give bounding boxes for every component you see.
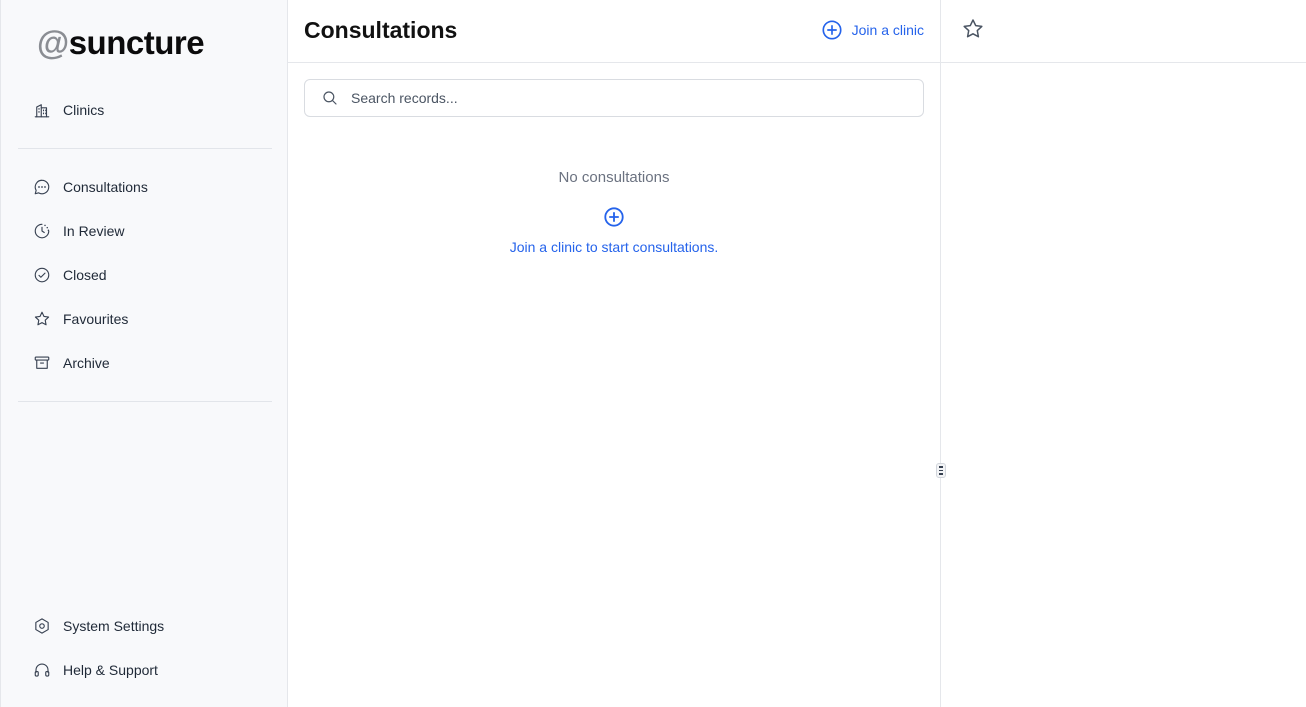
logo-at: @ bbox=[37, 24, 69, 61]
panel-header: Consultations Join a clinic bbox=[288, 0, 940, 63]
sidebar-item-label: Archive bbox=[63, 355, 110, 371]
chat-icon bbox=[34, 179, 50, 195]
sidebar-item-closed[interactable]: Closed bbox=[33, 263, 107, 287]
sidebar-item-label: In Review bbox=[63, 223, 125, 239]
sidebar-item-clinics[interactable]: Clinics bbox=[33, 98, 104, 122]
building-icon bbox=[34, 104, 50, 118]
gear-icon bbox=[35, 618, 49, 634]
empty-state-join-link[interactable]: Join a clinic to start consultations. bbox=[288, 239, 940, 255]
grip-line bbox=[939, 473, 943, 475]
sidebar-item-consultations[interactable]: Consultations bbox=[33, 175, 148, 199]
sidebar-item-label: Favourites bbox=[63, 311, 129, 327]
sidebar-item-label: System Settings bbox=[63, 618, 165, 634]
sidebar-item-in-review[interactable]: In Review bbox=[33, 219, 124, 243]
sidebar-divider bbox=[18, 148, 272, 149]
empty-state-add-button[interactable] bbox=[603, 206, 625, 228]
plus-circle-icon bbox=[822, 20, 842, 40]
join-clinic-label: Join a clinic bbox=[851, 22, 924, 38]
sidebar: @ suncture Clinics Consultations In Revi… bbox=[0, 0, 288, 707]
empty-state-title: No consultations bbox=[558, 169, 670, 186]
sidebar-item-archive[interactable]: Archive bbox=[33, 351, 110, 375]
sidebar-item-help-support[interactable]: Help & Support bbox=[33, 658, 158, 682]
search-icon bbox=[323, 91, 337, 105]
app-window: @ suncture Clinics Consultations In Revi… bbox=[0, 0, 1306, 707]
clock-icon bbox=[34, 223, 50, 239]
detail-panel bbox=[941, 0, 1306, 707]
sidebar-item-favourites[interactable]: Favourites bbox=[33, 307, 128, 331]
search-box[interactable] bbox=[304, 79, 924, 117]
star-icon bbox=[963, 19, 983, 38]
sidebar-item-label: Clinics bbox=[63, 102, 105, 118]
favourite-button[interactable] bbox=[961, 17, 985, 41]
join-clinic-button[interactable]: Join a clinic bbox=[821, 19, 924, 41]
sidebar-item-label: Consultations bbox=[63, 179, 148, 195]
panel-resize-handle[interactable] bbox=[936, 463, 946, 478]
headset-icon bbox=[34, 663, 50, 677]
logo-name: suncture bbox=[68, 24, 205, 61]
consultations-panel: Consultations Join a clinic No consultat… bbox=[288, 0, 946, 707]
page-title: Consultations bbox=[304, 17, 458, 43]
plus-circle-icon bbox=[604, 207, 624, 227]
sidebar-item-system-settings[interactable]: System Settings bbox=[33, 614, 164, 638]
sidebar-item-label: Closed bbox=[63, 267, 107, 283]
detail-header bbox=[941, 0, 1306, 63]
sidebar-divider bbox=[18, 401, 272, 402]
search-input[interactable] bbox=[351, 90, 911, 106]
check-circle-icon bbox=[34, 267, 50, 283]
brand-logo[interactable]: @ suncture bbox=[37, 24, 205, 62]
star-icon bbox=[34, 311, 50, 326]
sidebar-item-label: Help & Support bbox=[63, 662, 158, 678]
archive-icon bbox=[34, 356, 50, 369]
grip-line bbox=[939, 466, 943, 468]
grip-line bbox=[939, 469, 943, 472]
